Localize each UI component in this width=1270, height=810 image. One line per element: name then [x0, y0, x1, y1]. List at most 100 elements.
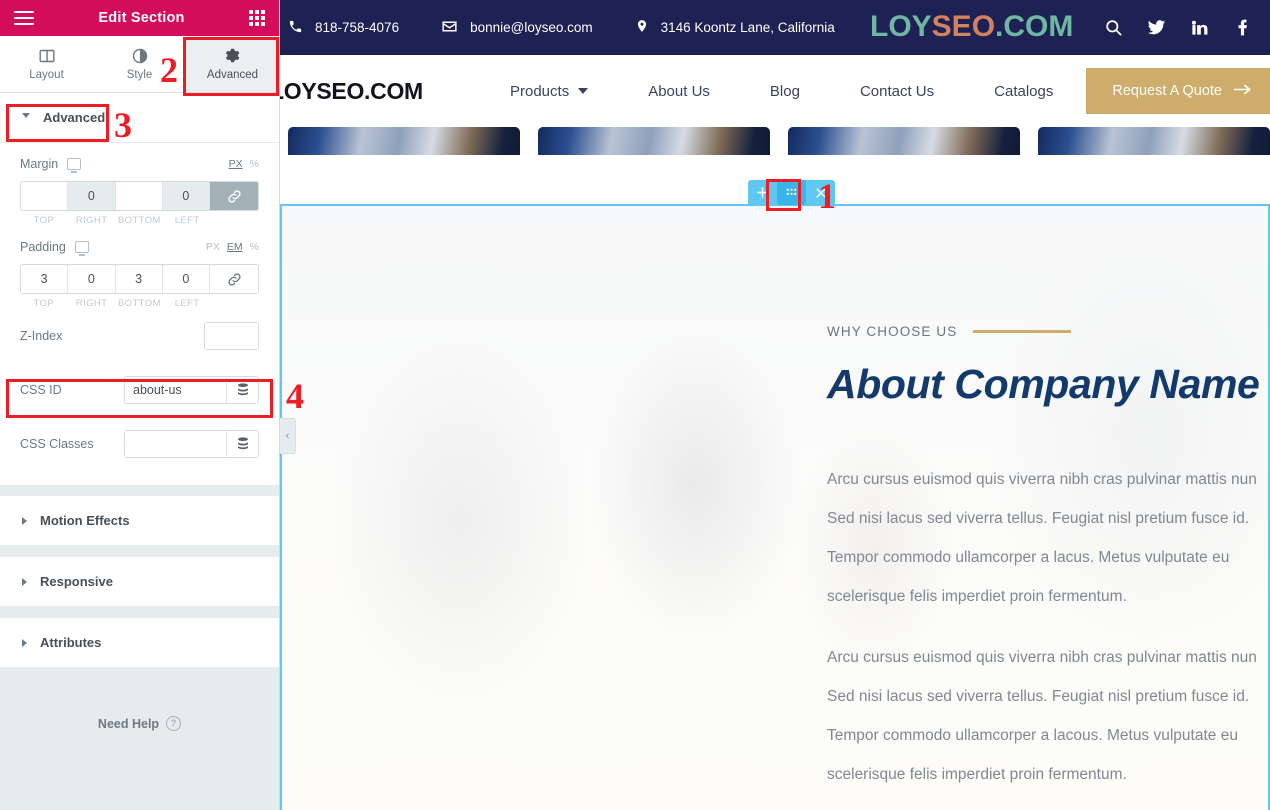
panel-divider: [0, 607, 279, 618]
padding-right-input[interactable]: 0: [68, 265, 116, 293]
about-section[interactable]: WHY CHOOSE US About Company Name Arcu cu…: [280, 204, 1270, 810]
z-index-input[interactable]: [204, 322, 259, 350]
margin-dim-labels: TOP RIGHT BOTTOM LEFT: [20, 215, 259, 226]
margin-bottom-input[interactable]: [115, 182, 163, 210]
section-text-column: WHY CHOOSE US About Company Name Arcu cu…: [827, 206, 1268, 810]
eyebrow-rule: [973, 330, 1072, 333]
selected-section-wrapper: WHY CHOOSE US About Company Name Arcu cu…: [280, 180, 1270, 810]
section-paragraph: Arcu cursus euismod quis viverra nibh cr…: [827, 471, 1257, 606]
nav-item-blog[interactable]: Blog: [740, 83, 830, 100]
chevron-down-icon: [578, 88, 589, 94]
delete-section-button[interactable]: [806, 180, 835, 205]
desktop-device-icon[interactable]: [67, 158, 82, 173]
contrast-circle-icon: [132, 48, 148, 64]
css-id-control: CSS ID: [20, 363, 259, 417]
margin-control: Margin PX % 0 0 TOP RIGHT BOTTOM LEFT: [20, 143, 259, 226]
tab-layout[interactable]: Layout: [0, 36, 93, 92]
padding-right-label: RIGHT: [75, 298, 108, 309]
accordion-advanced[interactable]: Advanced: [0, 93, 279, 143]
card-image: [788, 127, 1020, 155]
hamburger-icon[interactable]: [14, 11, 34, 25]
search-icon[interactable]: [1104, 18, 1123, 37]
edit-section-button[interactable]: [777, 180, 806, 205]
unit-px[interactable]: PX: [206, 241, 220, 253]
css-classes-input[interactable]: [125, 431, 226, 457]
padding-link-values-toggle[interactable]: [210, 265, 258, 293]
app-root: 818-758-4076 bonnie@loyseo.com 3146 Koon…: [0, 0, 1270, 810]
nav-item-contact-us[interactable]: Contact Us: [830, 83, 964, 100]
topbar-email[interactable]: bonnie@loyseo.com: [441, 18, 593, 38]
css-classes-input-group: [124, 430, 259, 458]
topbar-phone[interactable]: 818-758-4076: [288, 19, 399, 37]
padding-units: PX EM %: [206, 241, 259, 253]
website-preview: 818-758-4076 bonnie@loyseo.com 3146 Koon…: [280, 0, 1270, 810]
elementor-panel: Edit Section Layout Style Advanced Advan…: [0, 0, 280, 810]
image-cards-strip: [280, 127, 1270, 182]
nav-item-about-us[interactable]: About Us: [618, 83, 740, 100]
chevron-right-icon: [22, 516, 27, 525]
nav-item-label: Products: [510, 82, 570, 100]
unit-percent[interactable]: %: [250, 158, 259, 170]
twitter-icon[interactable]: [1147, 18, 1166, 37]
margin-inputs: 0 0: [20, 181, 259, 211]
margin-link-values-toggle[interactable]: [210, 182, 258, 210]
topbar-address[interactable]: 3146 Koontz Lane, California: [635, 18, 835, 37]
nav-item-catalogs[interactable]: Catalogs: [964, 83, 1083, 100]
panel-divider: [0, 546, 279, 557]
unit-px[interactable]: PX: [229, 158, 243, 170]
section-paragraph: Arcu cursus euismod quis viverra nibh cr…: [827, 649, 1257, 784]
site-logo[interactable]: LOYSEO.COM: [280, 78, 423, 105]
linkedin-icon[interactable]: [1190, 18, 1209, 37]
request-quote-button[interactable]: Request A Quote: [1086, 68, 1270, 114]
card-image: [538, 127, 770, 155]
padding-inputs: 3 0 3 0: [20, 264, 259, 294]
panel-collapse-handle[interactable]: ‹: [280, 418, 296, 454]
primary-nav: Products About Us Blog Contact Us Catalo…: [480, 83, 1083, 100]
accordion-advanced-label: Advanced: [43, 110, 106, 125]
database-stack-icon[interactable]: [226, 431, 258, 457]
need-help-label: Need Help: [97, 716, 160, 731]
layout-columns-icon: [39, 48, 55, 64]
nav-item-products[interactable]: Products: [480, 83, 618, 100]
accordion-motion-effects[interactable]: Motion Effects: [0, 496, 279, 546]
tab-advanced[interactable]: Advanced: [186, 36, 279, 92]
database-stack-icon[interactable]: [226, 377, 258, 403]
padding-top-label: TOP: [33, 298, 55, 309]
tab-style[interactable]: Style: [93, 36, 186, 92]
accordion-responsive-label: Responsive: [40, 574, 113, 589]
grid-apps-icon[interactable]: [249, 10, 265, 26]
tab-layout-label: Layout: [29, 68, 64, 81]
z-index-label: Z-Index: [20, 329, 63, 343]
gear-icon: [225, 48, 241, 64]
need-help-area: Need Help ?: [0, 668, 279, 810]
padding-bottom-input[interactable]: 3: [115, 265, 163, 293]
css-id-input-group: [124, 376, 259, 404]
padding-dim-labels: TOP RIGHT BOTTOM LEFT: [20, 298, 259, 309]
margin-top-input[interactable]: [21, 182, 69, 210]
unit-percent[interactable]: %: [250, 241, 259, 253]
margin-label-spacer: [211, 215, 259, 226]
padding-left-input[interactable]: 0: [162, 265, 210, 293]
accordion-attributes[interactable]: Attributes: [0, 618, 279, 668]
css-id-input[interactable]: [125, 377, 226, 403]
margin-bottom-label: BOTTOM: [117, 215, 161, 226]
card-image: [1038, 127, 1270, 155]
facebook-icon[interactable]: [1233, 18, 1252, 37]
accordion-responsive[interactable]: Responsive: [0, 557, 279, 607]
margin-right-input[interactable]: 0: [68, 182, 116, 210]
add-section-button[interactable]: [748, 180, 777, 205]
chevron-right-icon: [22, 577, 27, 586]
panel-title: Edit Section: [98, 10, 185, 26]
section-edit-handle[interactable]: [748, 180, 835, 205]
padding-top-input[interactable]: 3: [21, 265, 69, 293]
section-heading: About Company Name: [827, 361, 1260, 407]
topbar-email-text: bonnie@loyseo.com: [470, 20, 593, 35]
margin-left-input[interactable]: 0: [162, 182, 210, 210]
desktop-device-icon[interactable]: [74, 241, 89, 256]
unit-em[interactable]: EM: [227, 241, 243, 253]
panel-tabs: Layout Style Advanced: [0, 36, 279, 93]
need-help-button[interactable]: Need Help ?: [97, 716, 182, 731]
padding-label: Padding: [20, 240, 66, 254]
css-classes-control: CSS Classes: [20, 417, 259, 471]
margin-top-label: TOP: [33, 215, 55, 226]
